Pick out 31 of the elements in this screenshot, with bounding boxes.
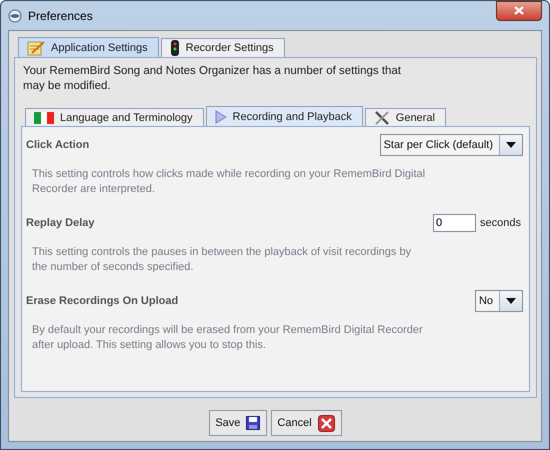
- cancel-icon: [318, 414, 335, 432]
- dialog-button[interactable]: Cancel: [271, 410, 342, 436]
- window-title: Preferences: [28, 8, 93, 22]
- recorder-icon: [170, 39, 180, 57]
- setting-label: Erase Recordings On Upload: [26, 295, 178, 307]
- app-icon: [8, 8, 22, 22]
- dialog-button[interactable]: Save: [209, 410, 268, 436]
- flag-icon: [34, 112, 54, 124]
- setting-label: Click Action: [26, 139, 90, 151]
- setting-description: This setting controls the pauses in between the playback of visit recordings by the number of seconds specified.: [31, 245, 412, 275]
- dropdown[interactable]: No: [474, 290, 523, 312]
- settings-tab[interactable]: Recorder Settings: [160, 38, 285, 57]
- category-tab[interactable]: General: [364, 108, 446, 126]
- number-field[interactable]: 0: [433, 214, 476, 232]
- category-tab[interactable]: Language and Terminology: [25, 108, 204, 126]
- dropdown[interactable]: Star per Click (default): [380, 134, 523, 156]
- intro-text: Your RememBird Song and Notes Organizer has a number of settings that may be modified.: [22, 64, 402, 94]
- close-button[interactable]: [496, 0, 542, 20]
- setting-description: By default your recordings will be erased from your RememBird Digital Recorder after upload. This setting allows you to stop this.: [31, 323, 424, 353]
- tools-icon: [374, 110, 390, 126]
- setting-label: Replay Delay: [26, 217, 94, 229]
- close-icon: [514, 6, 524, 15]
- setting-description: This setting controls how clicks made while recording on your RememBird Digital Recorder are interpreted.: [31, 167, 426, 197]
- settings-tab[interactable]: Application Settings: [18, 37, 159, 57]
- unit-label: seconds: [480, 217, 521, 229]
- category-tab[interactable]: Recording and Playback: [206, 106, 363, 126]
- caret-icon: [506, 142, 516, 148]
- play-icon: [214, 110, 227, 124]
- notepad-icon: [27, 40, 45, 56]
- caret-icon: [506, 298, 516, 304]
- save-icon: [246, 416, 260, 430]
